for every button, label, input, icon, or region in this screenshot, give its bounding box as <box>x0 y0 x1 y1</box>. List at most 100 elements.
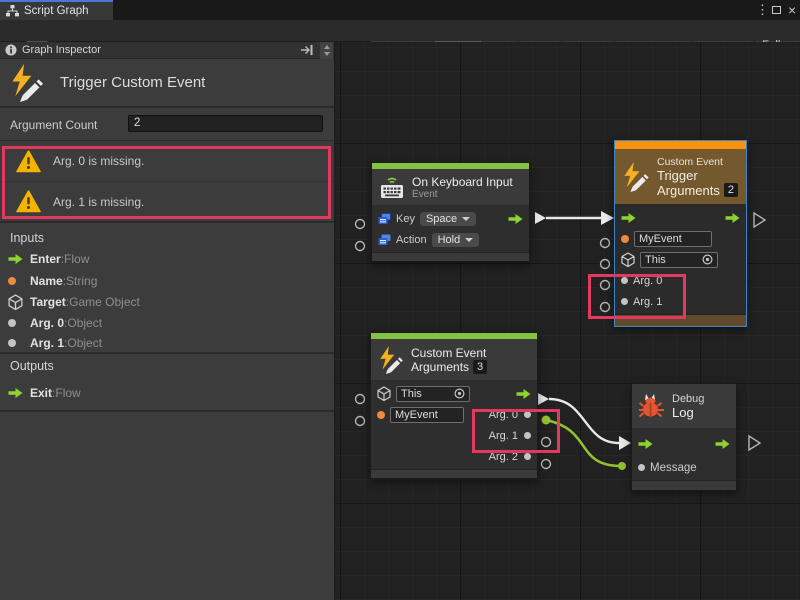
node-trigger-custom-event[interactable]: Custom Event Trigger Arguments2 MyEvent … <box>614 140 747 327</box>
chevron-up-icon <box>324 45 330 49</box>
section-divider <box>0 352 334 354</box>
node-header: Debug Log <box>632 384 736 428</box>
port-row-name: Name : String <box>8 270 97 291</box>
enum-icon <box>378 213 391 225</box>
graph-inspector-panel: Graph Inspector Trigger Custom Event Arg… <box>0 42 335 600</box>
arg1-label: Arg. 1 <box>633 296 662 308</box>
arg0-label: Arg. 0 <box>489 409 518 421</box>
node-custom-event[interactable]: Custom Event Arguments3 This <box>370 332 538 479</box>
object-port-icon[interactable] <box>621 298 628 305</box>
object-picker-icon[interactable] <box>702 254 713 265</box>
arg2-label: Arg. 2 <box>489 451 518 463</box>
key-row: Key Space <box>372 208 529 229</box>
action-row: Action Hold <box>372 229 529 250</box>
inputs-heading: Inputs <box>10 231 44 245</box>
flow-row <box>632 431 736 457</box>
target-field[interactable]: This <box>640 252 718 268</box>
unity-script-graph-window: Script Graph ⋮ × <×> <box>0 0 800 600</box>
flow-output-arrow[interactable] <box>516 389 531 399</box>
chevron-down-icon <box>465 238 473 242</box>
flow-input-arrow[interactable] <box>638 439 653 449</box>
warning-row: Arg. 1 is missing. <box>0 181 334 221</box>
node-on-keyboard-input[interactable]: On Keyboard Input Event Key Space <box>371 162 530 262</box>
node-footer <box>371 469 537 478</box>
section-divider <box>0 410 334 412</box>
window-maximize-icon[interactable] <box>772 6 781 14</box>
action-dropdown[interactable]: Hold <box>432 233 480 247</box>
target-field[interactable]: This <box>396 386 470 402</box>
node-color-bar <box>615 141 746 149</box>
game-object-cube-icon[interactable] <box>377 386 391 401</box>
enum-icon <box>378 234 391 246</box>
graph-toolbar: <×> EventTest Zoom 1x Relations Values D… <box>0 20 800 42</box>
node-subtitle: Arguments <box>411 360 469 374</box>
arg1-row: Arg. 1 <box>371 425 537 446</box>
warning-text: Arg. 1 is missing. <box>53 195 144 209</box>
window-tab-bar: Script Graph ⋮ × <box>0 0 800 20</box>
arg2-output-cell: Arg. 2 <box>489 451 531 463</box>
game-object-cube-icon <box>8 294 23 310</box>
warning-text: Arg. 0 is missing. <box>53 154 144 168</box>
object-port-icon[interactable] <box>524 411 531 418</box>
node-body: MyEvent This Arg. 0 <box>615 204 746 314</box>
window-close-icon[interactable]: × <box>788 0 796 20</box>
event-name-row: MyEvent <box>615 228 746 249</box>
chevron-down-icon <box>462 217 470 221</box>
node-footer <box>632 480 736 490</box>
custom-event-icon <box>378 346 404 374</box>
tab-script-graph[interactable]: Script Graph <box>0 0 113 20</box>
node-title-line3: Arguments <box>657 183 720 198</box>
object-port-icon[interactable] <box>524 432 531 439</box>
object-port-icon[interactable] <box>621 277 628 284</box>
flow-input-arrow[interactable] <box>621 213 636 223</box>
window-menu-icon[interactable]: ⋮ <box>756 0 769 20</box>
arg0-output-cell: Arg. 0 <box>489 409 531 421</box>
node-title: On Keyboard Input <box>412 175 513 189</box>
string-port-icon <box>8 277 16 285</box>
key-label: Key <box>396 213 415 225</box>
info-icon <box>5 44 17 56</box>
port-row-enter: Enter : Flow <box>8 248 89 269</box>
graph-inspector-title: Graph Inspector <box>22 44 101 56</box>
flow-row <box>615 207 746 228</box>
node-title: Trigger <box>657 168 738 183</box>
string-port-icon[interactable] <box>377 411 385 419</box>
flow-output-arrow[interactable] <box>508 214 523 224</box>
argument-count-input[interactable]: 2 <box>128 115 323 132</box>
target-row: This <box>371 383 537 404</box>
object-picker-icon[interactable] <box>454 388 465 399</box>
key-dropdown[interactable]: Space <box>420 212 476 226</box>
arg2-row: Arg. 2 <box>371 446 537 467</box>
node-footer <box>615 314 746 326</box>
node-body: Key Space Action Hold <box>372 205 529 252</box>
object-port-icon[interactable] <box>524 453 531 460</box>
game-object-cube-icon[interactable] <box>621 252 635 267</box>
flow-output-arrow[interactable] <box>715 439 730 449</box>
graph-inspector-header: Graph Inspector <box>0 42 334 59</box>
argument-count-row: Argument Count 2 <box>0 110 334 140</box>
event-name-field[interactable]: MyEvent <box>390 407 464 423</box>
dock-panel-icon[interactable] <box>300 44 314 56</box>
node-subtitle: Event <box>412 189 513 200</box>
arg0-row: Arg. 0 <box>615 270 746 291</box>
target-row: This <box>615 249 746 270</box>
warning-icon <box>16 150 41 173</box>
object-port-icon[interactable] <box>638 464 645 471</box>
node-title: Log <box>672 405 704 420</box>
unit-title-block: Trigger Custom Event <box>0 59 334 108</box>
node-body: This MyEvent Arg. 0 Arg. 1 <box>371 380 537 469</box>
outputs-heading: Outputs <box>10 359 54 373</box>
custom-event-icon <box>622 162 650 192</box>
string-port-icon[interactable] <box>621 235 629 243</box>
node-header: Custom Event Trigger Arguments2 <box>615 149 746 204</box>
flow-output-arrow[interactable] <box>725 213 740 223</box>
argument-count-label: Argument Count <box>10 118 97 132</box>
argument-count-badge: 3 <box>473 360 487 374</box>
port-row-arg0: Arg. 0 : Object <box>8 312 102 333</box>
panel-scroll-spinner[interactable] <box>320 42 333 59</box>
node-title-small: Debug <box>672 393 704 405</box>
event-name-row: MyEvent Arg. 0 <box>371 404 537 425</box>
event-name-field[interactable]: MyEvent <box>634 231 712 247</box>
message-row: Message <box>632 457 736 478</box>
node-debug-log[interactable]: Debug Log Message <box>631 383 737 491</box>
